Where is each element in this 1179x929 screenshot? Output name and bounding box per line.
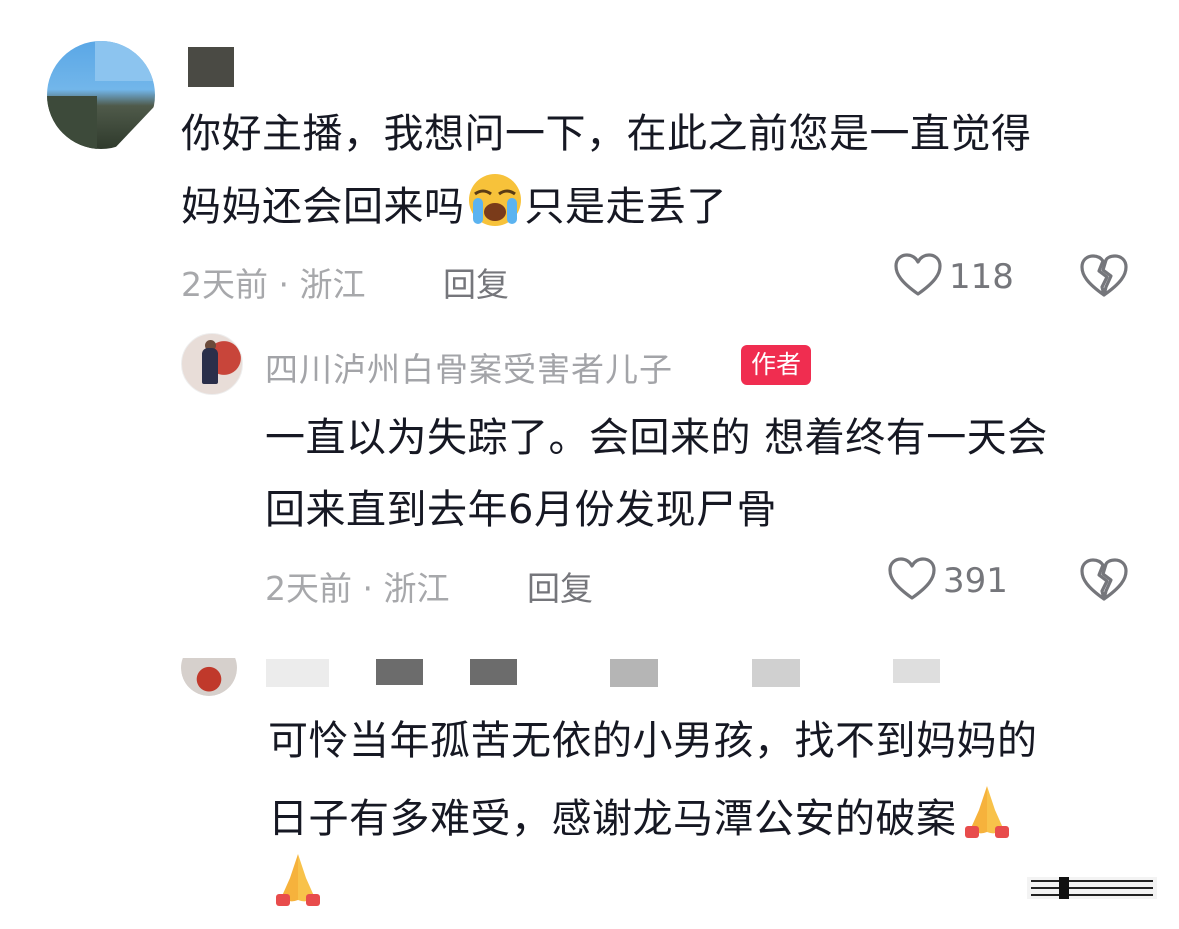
commenter-avatar[interactable] [181,658,237,696]
comment-text-line: 日子有多难受，感谢龙马潭公安的破案 [268,780,1017,861]
comment-text-line [268,848,328,929]
reply-button[interactable]: 回复 [527,562,593,610]
redacted-username [752,659,800,687]
comment-text-line: 妈妈还会回来吗 只是走丢了 [181,172,727,249]
redacted-username [893,659,940,683]
comment-text-fragment: 日子有多难受，感谢龙马潭公安的破案 [268,796,957,842]
author-badge: 作者 [741,345,812,385]
reply-text-line: 回来直到去年6月份发现尸骨 [265,487,777,533]
author-username[interactable]: 四川泸州白骨案受害者儿子 [265,343,673,391]
like-button[interactable]: 391 [887,556,1008,606]
comment-text-fragment: 妈妈还会回来吗 [181,184,465,230]
dislike-broken-heart-icon[interactable] [1079,557,1129,607]
redacted-username [470,659,517,685]
comment-text-line: 你好主播，我想问一下，在此之前您是一直觉得 [181,111,1032,157]
like-count: 391 [943,561,1008,601]
folded-hands-emoji [268,848,328,929]
redacted-username [376,659,423,685]
loudly-crying-face-emoji [465,172,525,249]
redacted-username [188,47,234,87]
dislike-broken-heart-icon[interactable] [1079,253,1129,303]
comment-text-line: 可怜当年孤苦无依的小男孩，找不到妈妈的 [268,718,1038,764]
heart-outline-icon [887,556,937,606]
comment-text-fragment: 只是走丢了 [524,184,727,230]
redacted-username [266,659,329,687]
comment-meta: 2天前 · 浙江 [181,265,366,304]
reply-text-line: 一直以为失踪了。会回来的 想着终有一天会 [265,415,1048,461]
like-count: 118 [949,257,1014,297]
reply-meta: 2天前 · 浙江 [265,569,450,608]
redacted-username [610,659,658,687]
commenter-avatar[interactable] [47,41,155,149]
reply-button[interactable]: 回复 [443,258,509,306]
heart-outline-icon [893,252,943,302]
folded-hands-emoji [957,780,1017,861]
watermark-icon [1027,875,1157,905]
author-avatar[interactable] [181,333,243,395]
like-button[interactable]: 118 [893,252,1014,302]
